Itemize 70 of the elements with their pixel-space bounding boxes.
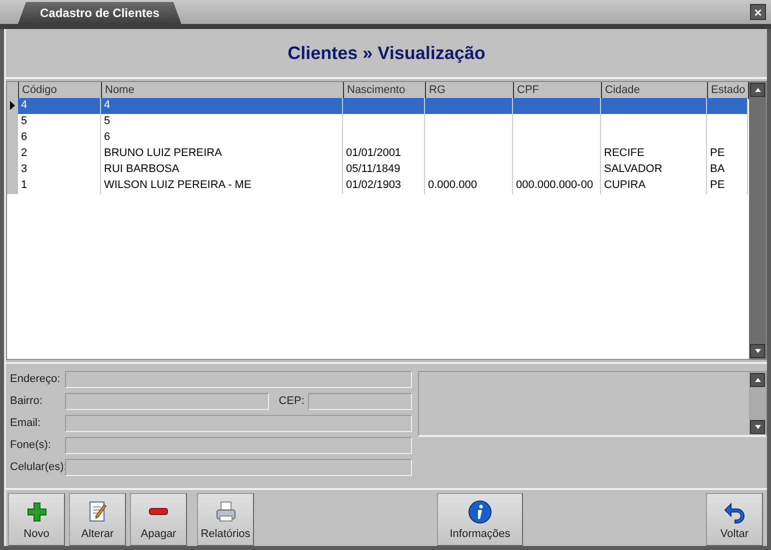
table-cell: PE (707, 178, 748, 194)
table-cell: 5 (101, 114, 343, 130)
table-cell: 6 (101, 130, 343, 146)
input-field[interactable] (65, 458, 412, 476)
undo-arrow-icon (722, 500, 746, 524)
toolbar-button[interactable]: Apagar (130, 493, 187, 546)
table-cell: 3 (18, 162, 101, 178)
table-cell (707, 98, 748, 114)
table-scrollbar[interactable] (749, 82, 766, 359)
table-cell: 4 (18, 98, 101, 114)
table-cell: BRUNO LUIZ PEREIRA (101, 146, 343, 162)
table-cell: RUI BARBOSA (101, 162, 343, 178)
notes-scrollbar[interactable] (749, 372, 766, 435)
up-arrow-icon (754, 86, 762, 94)
toolbar-button[interactable]: Novo (8, 493, 65, 546)
page-title: Clientes » Visualização (288, 43, 486, 64)
field-label: Celular(es): (10, 461, 65, 474)
table-cell: 4 (101, 98, 343, 114)
input-field[interactable] (65, 414, 412, 432)
table-cell: 05/11/1849 (343, 162, 425, 178)
close-button[interactable]: × (750, 4, 766, 20)
column-header[interactable]: RG (426, 82, 514, 99)
scroll-down-button[interactable] (750, 420, 765, 434)
toolbar-button[interactable]: Informações (437, 493, 523, 546)
column-header[interactable]: CPF (514, 82, 602, 99)
notes-field[interactable] (418, 370, 767, 437)
table-cell: 5 (18, 114, 101, 130)
down-arrow-icon (754, 422, 762, 431)
input-field[interactable] (65, 436, 412, 454)
field-label: Bairro: (10, 395, 44, 408)
table-cell: RECIFE (601, 146, 707, 162)
column-header[interactable]: Cidade (602, 82, 708, 99)
minus-icon (149, 508, 168, 515)
row-indicator (7, 82, 19, 98)
table-cell: 2 (18, 146, 101, 162)
scroll-up-button[interactable] (750, 372, 765, 387)
field-label: Email: (10, 417, 42, 430)
toolbar-button[interactable]: Voltar (706, 493, 763, 546)
table-cell: WILSON LUIZ PEREIRA - ME (101, 178, 343, 194)
column-header[interactable]: Nome (102, 82, 344, 99)
window-tab[interactable]: Cadastro de Clientes (18, 2, 182, 24)
column-header[interactable]: Estado (708, 82, 749, 99)
field-label: CEP: (278, 395, 304, 408)
table-cell: CUPIRA (601, 178, 707, 194)
table-cell: 1 (18, 178, 101, 194)
table-cell: PE (707, 146, 748, 162)
table-cell: 0.000.000 (425, 178, 513, 194)
row-pointer-icon (10, 101, 15, 110)
input-field[interactable] (308, 392, 412, 410)
column-header[interactable]: Nascimento (344, 82, 426, 99)
input-field[interactable] (65, 370, 412, 388)
table-cell: 6 (18, 130, 101, 146)
field-label: Fone(s): (10, 439, 52, 452)
up-arrow-icon (754, 376, 762, 384)
scroll-up-button[interactable] (750, 82, 765, 97)
field-label: Endereço: (10, 373, 62, 386)
info-icon (468, 500, 492, 524)
table-cell: 01/01/2001 (343, 146, 425, 162)
column-header[interactable]: Código (19, 82, 102, 99)
input-field[interactable] (65, 392, 269, 410)
table-cell: 01/02/1903 (343, 178, 425, 194)
table-cell: SALVADOR (601, 162, 707, 178)
plus-icon (24, 500, 48, 524)
down-arrow-icon (754, 346, 762, 355)
table-cell: BA (707, 162, 748, 178)
scroll-down-button[interactable] (750, 344, 765, 358)
printer-icon (214, 500, 238, 524)
table-cell: 000.000.000-00 (513, 178, 601, 194)
toolbar-button[interactable]: Alterar (69, 493, 126, 546)
toolbar-button[interactable]: Relatórios (197, 493, 254, 546)
